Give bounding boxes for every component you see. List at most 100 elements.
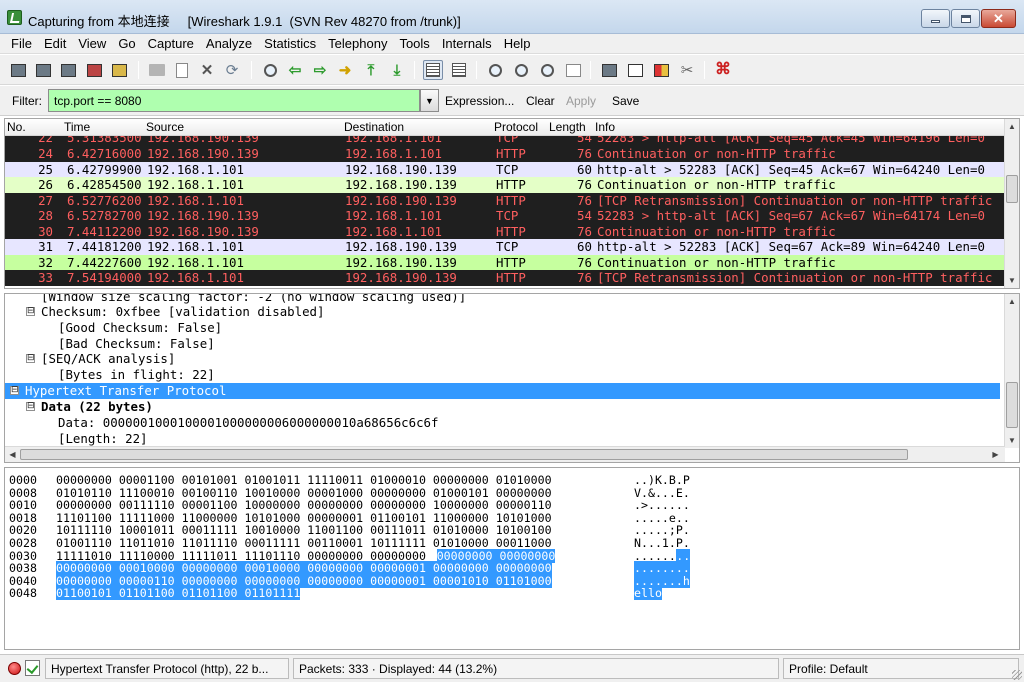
- packet-row[interactable]: 24 6.42716000 192.168.190.139 192.168.1.101…: [5, 146, 1005, 162]
- maximize-button[interactable]: [951, 9, 980, 28]
- zoom-out-icon[interactable]: [511, 60, 531, 80]
- open-file-icon[interactable]: [147, 60, 167, 80]
- filter-save-button[interactable]: Save: [612, 94, 639, 108]
- filter-clear-button[interactable]: Clear: [526, 94, 555, 108]
- capture-filters-icon[interactable]: [599, 60, 619, 80]
- packet-row[interactable]: 25 6.42799900 192.168.1.101 192.168.190.139…: [5, 161, 1005, 177]
- scroll-down-icon[interactable]: ▼: [1005, 273, 1019, 288]
- minimize-button[interactable]: [921, 9, 950, 28]
- filter-apply-button[interactable]: Apply: [566, 94, 596, 108]
- packet-cell-time: 7.54194000: [67, 270, 142, 285]
- go-back-icon[interactable]: ⇦: [285, 60, 305, 80]
- display-filter-input[interactable]: [48, 89, 420, 112]
- bytes-row[interactable]: 0008 01010110 11100010 00100110 10010000 …: [5, 486, 1005, 500]
- packet-list-scrollbar[interactable]: ▲ ▼: [1004, 119, 1019, 288]
- capture-options-icon[interactable]: [33, 60, 53, 80]
- auto-scroll-icon[interactable]: [449, 60, 469, 80]
- packet-cell-dst: 192.168.190.139: [345, 254, 457, 270]
- bytes-row[interactable]: 0038 00000000 00010000 00000000 00010000 …: [5, 561, 1005, 576]
- packet-row[interactable]: 33 7.54194000 192.168.1.101 192.168.190.139…: [5, 270, 1005, 286]
- collapse-toggle-icon[interactable]: ⊟: [26, 307, 35, 316]
- scroll-left-icon[interactable]: ◀: [5, 447, 20, 462]
- column-header-source[interactable]: Source: [146, 120, 184, 134]
- find-packet-icon[interactable]: [260, 60, 280, 80]
- collapse-toggle-icon[interactable]: ⊟: [10, 386, 19, 395]
- bytes-row[interactable]: 0040 00000000 00000110 00000000 00000000 …: [5, 573, 1005, 588]
- scroll-right-icon[interactable]: ▶: [988, 447, 1003, 462]
- menu-help[interactable]: Help: [498, 34, 537, 53]
- column-header-no[interactable]: No.: [7, 120, 26, 134]
- menu-view[interactable]: View: [72, 34, 112, 53]
- packet-cell-len: 76: [577, 254, 592, 270]
- filter-expression-button[interactable]: Expression...: [445, 94, 514, 108]
- start-capture-icon[interactable]: [58, 60, 78, 80]
- packet-row[interactable]: 26 6.42854500 192.168.1.101 192.168.190.139…: [5, 177, 1005, 193]
- close-button[interactable]: ✕: [981, 9, 1016, 28]
- maximize-icon: [960, 14, 971, 23]
- menu-analyze[interactable]: Analyze: [200, 34, 258, 53]
- zoom-in-icon[interactable]: [485, 60, 505, 80]
- bytes-row[interactable]: 0010 00000000 00111110 00001100 10000000 …: [5, 498, 1005, 512]
- preferences-icon[interactable]: ✂: [677, 60, 697, 80]
- menu-capture[interactable]: Capture: [142, 34, 200, 53]
- close-file-icon[interactable]: ✕: [197, 60, 217, 80]
- normal-size-icon[interactable]: [537, 60, 557, 80]
- resize-columns-icon[interactable]: [563, 60, 583, 80]
- bytes-row[interactable]: 0028 01001110 11011010 11011110 00011111 …: [5, 536, 1005, 550]
- save-file-icon[interactable]: [172, 60, 192, 80]
- bytes-row[interactable]: 0020 10111110 10001011 00011111 10010000 …: [5, 523, 1005, 537]
- filter-dropdown-button[interactable]: ▼: [420, 89, 439, 112]
- packet-row[interactable]: 22 5.31383500 192.168.190.139 192.168.1.101…: [5, 136, 1005, 146]
- packet-row[interactable]: 28 6.52782700 192.168.190.139 192.168.1.101…: [5, 208, 1005, 224]
- menu-edit[interactable]: Edit: [38, 34, 72, 53]
- scrollbar-thumb[interactable]: [20, 449, 908, 460]
- bytes-row[interactable]: 0018 11101100 11111000 11000000 10101000 …: [5, 511, 1005, 525]
- interfaces-icon[interactable]: [8, 60, 28, 80]
- bytes-row[interactable]: 0000 00000000 00001100 00101001 01001011 …: [5, 473, 1005, 487]
- details-vertical-scrollbar[interactable]: ▲ ▼: [1004, 294, 1019, 448]
- scroll-up-icon[interactable]: ▲: [1005, 119, 1019, 134]
- scroll-up-icon[interactable]: ▲: [1005, 294, 1019, 309]
- packet-row[interactable]: 32 7.44227600 192.168.1.101 192.168.190.139…: [5, 254, 1005, 270]
- go-forward-icon[interactable]: ⇨: [310, 60, 330, 80]
- scroll-down-icon[interactable]: ▼: [1005, 433, 1019, 448]
- bytes-row[interactable]: 0048 01100101 01101100 01101100 01101111 e…: [5, 586, 1005, 601]
- restart-capture-icon[interactable]: [109, 60, 129, 80]
- details-horizontal-scrollbar[interactable]: ◀ ▶: [5, 446, 1005, 462]
- column-header-destination[interactable]: Destination: [344, 120, 404, 134]
- scrollbar-thumb[interactable]: [1006, 175, 1018, 203]
- menu-internals[interactable]: Internals: [436, 34, 498, 53]
- column-header-length[interactable]: Length: [549, 120, 586, 134]
- collapse-toggle-icon[interactable]: ⊟: [26, 354, 35, 363]
- menu-telephony[interactable]: Telephony: [322, 34, 393, 53]
- help-icon[interactable]: ⌘: [713, 60, 733, 80]
- reload-icon[interactable]: ⟳: [222, 60, 242, 80]
- menu-go[interactable]: Go: [112, 34, 141, 53]
- stop-capture-icon[interactable]: [84, 60, 104, 80]
- capture-comment-icon[interactable]: [25, 660, 40, 676]
- first-packet-icon[interactable]: ⤒: [361, 60, 381, 80]
- scrollbar-thumb[interactable]: [1006, 382, 1018, 428]
- column-header-time[interactable]: Time: [64, 120, 90, 134]
- coloring-rules-icon[interactable]: [651, 60, 671, 80]
- menu-file[interactable]: File: [0, 34, 38, 53]
- status-profile[interactable]: Profile: Default: [783, 658, 1019, 679]
- packet-cell-proto: TCP: [496, 161, 519, 177]
- bytes-row[interactable]: 0030 11111010 11110000 11111011 11101110 …: [5, 548, 1005, 563]
- collapse-toggle-icon[interactable]: ⊟: [26, 402, 35, 411]
- column-header-protocol[interactable]: Protocol: [494, 120, 538, 134]
- menu-statistics[interactable]: Statistics: [258, 34, 322, 53]
- column-header-info[interactable]: Info: [595, 120, 615, 134]
- packet-row[interactable]: 27 6.52776200 192.168.1.101 192.168.190.139…: [5, 192, 1005, 208]
- last-packet-icon[interactable]: ⤓: [387, 60, 407, 80]
- colorize-icon[interactable]: [423, 60, 443, 80]
- details-row-selected[interactable]: ⊟ Hypertext Transfer Protocol: [5, 383, 1000, 399]
- packet-cell-time: 7.44181200: [67, 239, 142, 254]
- menu-tools[interactable]: Tools: [393, 34, 435, 53]
- resize-grip-icon[interactable]: [1012, 670, 1022, 680]
- expert-info-icon[interactable]: [8, 662, 21, 675]
- go-to-packet-icon[interactable]: ➜: [335, 60, 355, 80]
- display-filters-icon[interactable]: [625, 60, 645, 80]
- packet-row[interactable]: 30 7.44112200 192.168.190.139 192.168.1.101…: [5, 223, 1005, 239]
- packet-row[interactable]: 31 7.44181200 192.168.1.101 192.168.190.139…: [5, 239, 1005, 255]
